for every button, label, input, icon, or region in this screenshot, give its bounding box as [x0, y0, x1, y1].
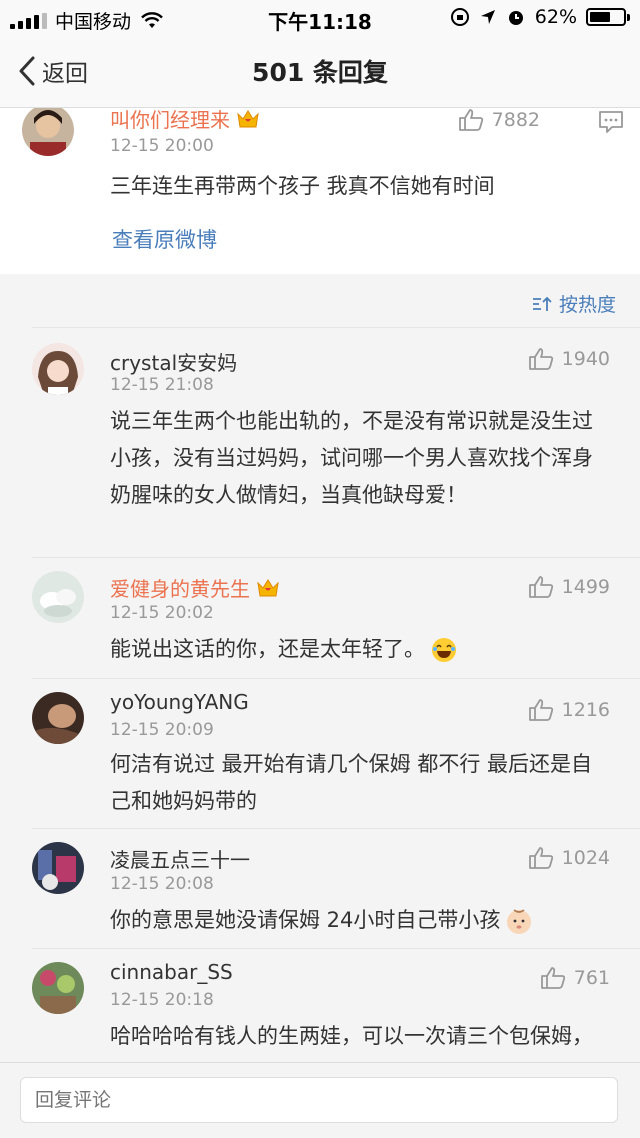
comment-list: crystal安安妈 1940 12-15 21:08 说三年生两个也能出轨的，… — [0, 327, 640, 1062]
battery-icon — [586, 8, 630, 26]
post-like-count: 7882 — [491, 109, 540, 131]
comment-text-row: 能说出这话的你，还是太年轻了。 — [110, 631, 605, 668]
comment-like-button[interactable]: 1216 — [528, 698, 610, 722]
battery-percent: 62% — [534, 6, 577, 28]
comment-like-button[interactable]: 1499 — [528, 575, 610, 599]
comment-time: 12-15 20:09 — [110, 720, 214, 740]
reply-bar — [0, 1062, 640, 1138]
comment-text: 能说出这话的你，还是太年轻了。 — [110, 637, 425, 661]
comment-like-count: 1940 — [561, 348, 610, 370]
vip-crown-icon — [257, 578, 279, 596]
page-title: 501 条回复 — [252, 58, 388, 87]
comment-text: 你的意思是她没请保姆 24小时自己带小孩 — [110, 908, 501, 932]
comment-like-button[interactable]: 1940 — [528, 347, 610, 371]
thumb-up-icon — [540, 967, 565, 989]
comment-item: crystal安安妈 1940 12-15 21:08 说三年生两个也能出轨的，… — [0, 327, 640, 557]
comment-icon[interactable] — [598, 110, 624, 134]
location-icon — [480, 10, 495, 24]
comment-username[interactable]: cinnabar_SS — [110, 960, 233, 984]
thumb-up-icon — [528, 348, 553, 370]
avatar[interactable] — [32, 962, 84, 1014]
sort-bar: 按热度 — [0, 274, 640, 326]
avatar[interactable] — [32, 842, 84, 894]
sort-icon — [532, 296, 552, 311]
comment-time: 12-15 20:18 — [110, 990, 214, 1010]
comment-item: yoYoungYANG 1216 12-15 20:09 何洁有说过 最开始有请… — [0, 678, 640, 828]
comment-like-count: 1216 — [561, 699, 610, 721]
thumb-up-icon — [528, 847, 553, 869]
nav-bar: 返回 501 条回复 — [0, 40, 640, 108]
alarm-icon — [508, 11, 523, 25]
sort-label: 按热度 — [558, 294, 616, 316]
orientation-lock-icon — [450, 8, 469, 26]
post-like-button[interactable]: 7882 — [458, 108, 540, 132]
comment-time: 12-15 21:08 — [110, 375, 214, 395]
comment-item: cinnabar_SS 761 12-15 20:18 哈哈哈哈有钱人的生两娃，… — [0, 948, 640, 1062]
reply-input[interactable] — [20, 1077, 618, 1123]
post-text: 三年连生再带两个孩子 我真不信她有时间 — [110, 174, 495, 198]
avatar[interactable] — [32, 343, 84, 395]
thumb-up-icon — [458, 109, 483, 131]
thumb-up-icon — [528, 699, 553, 721]
comment-text: 哈哈哈哈有钱人的生两娃，可以一次请三个包保姆，伙们的世界你描写2...你不描!.… — [110, 1024, 593, 1062]
comment-like-count: 761 — [573, 967, 610, 989]
comment-item: 凌晨五点三十一 1024 12-15 20:08 你的意思是她没请保姆 24小时… — [0, 828, 640, 948]
comment-like-button[interactable]: 1024 — [528, 846, 610, 870]
comment-username[interactable]: 爱健身的黄先生 — [110, 573, 280, 602]
original-post: 叫你们经理来 7882 12-15 20:00 三年连生再带两个孩子 我真不信她… — [0, 108, 640, 274]
baby-emoji-icon — [507, 908, 532, 934]
comment-text: 说三年生两个也能出轨的，不是没有常识就是没生过小孩，没有当过妈妈，试问哪一个男人… — [110, 409, 593, 507]
comment-text-row: 你的意思是她没请保姆 24小时自己带小孩 — [110, 902, 605, 939]
comment-like-count: 1024 — [561, 847, 610, 869]
laughing-emoji-icon — [432, 637, 456, 662]
view-original-link[interactable]: 查看原微博 — [112, 224, 217, 254]
comment-username[interactable]: yoYoungYANG — [110, 690, 249, 714]
comment-username[interactable]: crystal安安妈 — [110, 347, 237, 376]
comment-like-button[interactable]: 761 — [540, 966, 610, 990]
comment-time: 12-15 20:02 — [110, 603, 214, 623]
thumb-up-icon — [528, 576, 553, 598]
post-username[interactable]: 叫你们经理来 — [110, 108, 260, 133]
post-time: 12-15 20:00 — [110, 136, 214, 156]
comment-like-count: 1499 — [561, 576, 610, 598]
comment-item: 爱健身的黄先生 1499 12-15 20:02 能说出这话的你，还是太年轻了。 — [0, 557, 640, 678]
sort-by-hot-button[interactable]: 按热度 — [531, 290, 616, 317]
status-bar: 中国移动 下午11:18 62% — [0, 0, 640, 40]
avatar[interactable] — [22, 108, 74, 156]
comment-text: 何洁有说过 最开始有请几个保姆 都不行 最后还是自己和她妈妈带的 — [110, 752, 593, 813]
comment-username[interactable]: 凌晨五点三十一 — [110, 844, 250, 873]
vip-crown-icon — [237, 109, 259, 127]
comment-time: 12-15 20:08 — [110, 874, 214, 894]
avatar[interactable] — [32, 571, 84, 623]
avatar[interactable] — [32, 692, 84, 744]
